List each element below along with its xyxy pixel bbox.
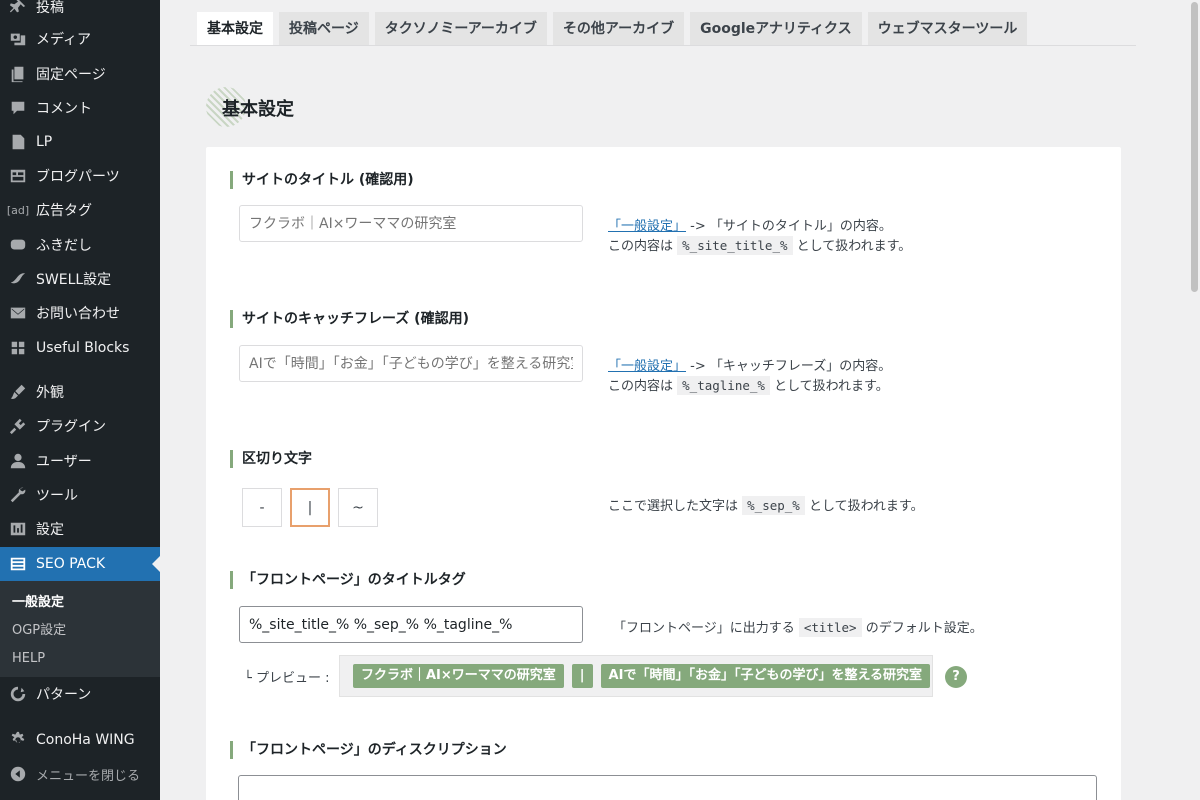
menu-item-tools[interactable]: ツール	[0, 478, 160, 512]
menu-item-pages[interactable]: 固定ページ	[0, 57, 160, 91]
front-title-description: 「フロントページ」に出力する <title> のデフォルト設定。	[613, 618, 983, 637]
separator-option-hyphen[interactable]: -	[242, 488, 282, 527]
general-settings-link[interactable]: 「一般設定」	[608, 219, 686, 234]
menu-item-patterns[interactable]: パターン	[0, 677, 160, 711]
title-tag-code: <title>	[798, 618, 862, 637]
front-title-label: 「フロントページ」のタイトルタグ	[230, 571, 466, 589]
preview-label: └ プレビュー :	[244, 671, 330, 686]
settings-tabs: 基本設定 投稿ページ タクソノミーアーカイブ その他アーカイブ Googleアナ…	[197, 12, 1028, 46]
pattern-icon	[0, 685, 36, 703]
page-scrollbar[interactable]	[1188, 0, 1200, 800]
collapse-menu-button[interactable]: メニューを閉じる	[0, 757, 160, 791]
mail-icon	[0, 304, 36, 322]
tagline-label: サイトのキャッチフレーズ (確認用)	[230, 310, 469, 328]
preview-chip-tagline: AIで「時間」「お金」「子どもの学び」を整える研究室	[600, 664, 931, 688]
tab-other-archives[interactable]: その他アーカイブ	[552, 12, 685, 46]
tab-basic-settings[interactable]: 基本設定	[197, 12, 273, 46]
menu-item-settings[interactable]: 設定	[0, 512, 160, 546]
list-icon	[0, 555, 36, 573]
separator-option-pipe[interactable]: |	[290, 488, 330, 527]
media-icon	[0, 30, 36, 48]
menu-item-seo-pack[interactable]: SEO PACK	[0, 547, 160, 581]
menu-item-ad-tags[interactable]: [ad] 広告タグ	[0, 193, 160, 227]
settings-icon	[0, 520, 36, 538]
menu-item-media[interactable]: メディア	[0, 22, 160, 56]
menu-item-contact[interactable]: お問い合わせ	[0, 296, 160, 330]
admin-sidebar: 投稿 メディア 固定ページ コメント LP ブログパーツ [ad] 広告タグ ふ…	[0, 0, 160, 800]
menu-item-swell-settings[interactable]: SWELL設定	[0, 262, 160, 296]
general-settings-link[interactable]: 「一般設定」	[608, 359, 686, 374]
pin-icon	[0, 0, 36, 16]
title-preview: フクラボ｜AI×ワーママの研究室 | AIで「時間」「お金」「子どもの学び」を整…	[339, 655, 933, 697]
menu-item-useful-blocks[interactable]: Useful Blocks	[0, 331, 160, 365]
separator-description: ここで選択した文字は %_sep_% として扱われます。	[608, 496, 924, 515]
active-indicator-arrow	[152, 556, 160, 572]
menu-item-users[interactable]: ユーザー	[0, 444, 160, 478]
comment-icon	[0, 99, 36, 117]
section-title: 基本設定	[222, 99, 294, 120]
seo-pack-submenu: 一般設定 OGP設定 HELP	[0, 581, 160, 677]
separator-code: %_sep_%	[742, 496, 805, 515]
tagline-input[interactable]	[239, 345, 583, 382]
scrollbar-thumb[interactable]	[1191, 2, 1198, 292]
page-icon	[0, 65, 36, 83]
tab-taxonomy-archive[interactable]: タクソノミーアーカイブ	[374, 12, 547, 46]
front-title-input[interactable]	[239, 606, 583, 643]
speech-bubble-icon	[0, 236, 36, 254]
help-icon[interactable]: ?	[945, 666, 967, 688]
preview-chip-separator: |	[571, 664, 593, 688]
grid-icon	[0, 339, 36, 357]
document-icon	[0, 133, 36, 151]
tagline-code: %_tagline_%	[677, 376, 770, 395]
brush-icon	[0, 383, 36, 401]
tagline-description: 「一般設定」 -> 「キャッチフレーズ」の内容。 この内容は %_tagline…	[608, 359, 892, 395]
front-description-textarea[interactable]	[238, 775, 1097, 800]
site-title-label: サイトのタイトル (確認用)	[230, 171, 414, 189]
menu-item-lp[interactable]: LP	[0, 125, 160, 159]
blocks-icon	[0, 167, 36, 185]
site-title-code: %_site_title_%	[677, 236, 793, 255]
plugin-icon	[0, 417, 36, 435]
site-title-input[interactable]	[239, 205, 583, 242]
gear-icon	[0, 731, 36, 749]
tab-google-analytics[interactable]: Googleアナリティクス	[690, 12, 862, 46]
collapse-icon	[0, 765, 36, 783]
wrench-icon	[0, 486, 36, 504]
menu-item-comments[interactable]: コメント	[0, 91, 160, 125]
front-description-label: 「フロントページ」のディスクリプション	[230, 741, 507, 759]
menu-item-plugins[interactable]: プラグイン	[0, 409, 160, 443]
submenu-item-help[interactable]: HELP	[0, 645, 160, 673]
separator-label: 区切り文字	[230, 450, 312, 468]
tab-post-pages[interactable]: 投稿ページ	[279, 12, 369, 46]
preview-chip-site-title: フクラボ｜AI×ワーママの研究室	[353, 664, 564, 688]
swell-icon	[0, 270, 36, 288]
menu-item-conoha-wing[interactable]: ConoHa WING	[0, 723, 160, 757]
submenu-item-general[interactable]: 一般設定	[0, 589, 160, 617]
site-title-description: 「一般設定」 -> 「サイトのタイトル」の内容。 この内容は %_site_ti…	[608, 219, 912, 255]
submenu-item-ogp[interactable]: OGP設定	[0, 617, 160, 645]
separator-option-tilde[interactable]: ~	[338, 488, 378, 527]
menu-item-blog-parts[interactable]: ブログパーツ	[0, 159, 160, 193]
settings-card: サイトのタイトル (確認用) 「一般設定」 -> 「サイトのタイトル」の内容。 …	[206, 147, 1121, 800]
tab-webmaster-tools[interactable]: ウェブマスターツール	[867, 12, 1028, 46]
menu-item-appearance[interactable]: 外観	[0, 375, 160, 409]
menu-item-posts[interactable]: 投稿	[0, 0, 160, 24]
menu-item-speech-bubbles[interactable]: ふきだし	[0, 228, 160, 262]
user-icon	[0, 452, 36, 470]
tab-divider	[190, 45, 1136, 46]
ad-icon: [ad]	[6, 203, 30, 217]
